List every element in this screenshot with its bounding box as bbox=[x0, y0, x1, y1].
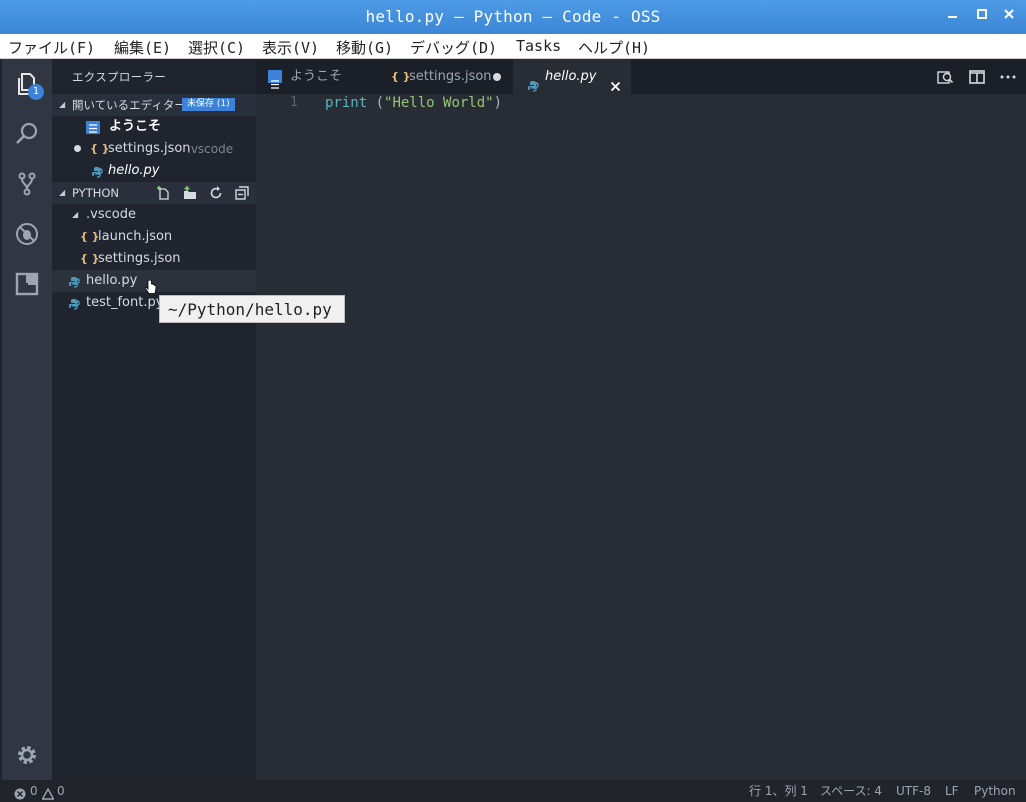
more-actions-button[interactable] bbox=[998, 67, 1018, 87]
expanded-arrow-icon: ◢ bbox=[59, 100, 66, 109]
open-editor-label: hello.py bbox=[108, 163, 160, 178]
editor-tabs: ようこそ { } settings.json hello.py bbox=[256, 59, 1026, 94]
json-file-icon: { } bbox=[80, 230, 100, 243]
tab-label: ようこそ bbox=[290, 69, 343, 84]
json-file-icon: { } bbox=[90, 142, 110, 155]
tab-label: hello.py bbox=[545, 69, 597, 84]
open-editor-label: settings.json bbox=[108, 141, 191, 156]
path-tooltip: ~/Python/hello.py bbox=[159, 295, 345, 323]
language-mode[interactable]: Python bbox=[974, 780, 1016, 802]
status-bar: 0 0 行 1、列 1 スペース: 4 UTF-8 LF Python bbox=[0, 780, 1026, 802]
window-title-bar: hello.py — Python — Code - OSS bbox=[0, 0, 1026, 34]
activity-explorer[interactable]: 1 bbox=[2, 59, 52, 109]
menu-bar: ファイル(F) 編集(E) 選択(C) 表示(V) 移動(G) デバッグ(D) … bbox=[0, 34, 1026, 59]
folder-item-label: .vscode bbox=[86, 207, 136, 222]
cursor-position[interactable]: 行 1、列 1 bbox=[749, 780, 808, 802]
unsaved-dot-icon[interactable] bbox=[493, 73, 501, 81]
maximize-button[interactable] bbox=[973, 8, 991, 26]
code-paren-open: ( bbox=[367, 95, 385, 111]
code-string: "Hello World" bbox=[384, 95, 494, 111]
menu-edit[interactable]: 編集(E) bbox=[114, 37, 171, 58]
file-item-label: hello.py bbox=[86, 273, 138, 288]
activity-source-control[interactable] bbox=[2, 159, 52, 209]
more-icon bbox=[1000, 75, 1016, 79]
window-title: hello.py — Python — Code - OSS bbox=[365, 7, 661, 26]
collapse-all-icon[interactable] bbox=[234, 185, 250, 201]
debug-icon bbox=[16, 223, 38, 245]
folder-header[interactable]: ◢ PYTHON bbox=[52, 182, 256, 204]
indentation[interactable]: スペース: 4 bbox=[820, 780, 882, 802]
search-icon bbox=[16, 122, 38, 144]
code-line[interactable]: print ("Hello World") bbox=[325, 95, 502, 111]
menu-view[interactable]: 表示(V) bbox=[262, 37, 319, 58]
file-item-settings-json[interactable]: { } settings.json bbox=[52, 248, 256, 270]
menu-help[interactable]: ヘルプ(H) bbox=[578, 37, 650, 58]
tab-hello-py[interactable]: hello.py bbox=[513, 59, 631, 94]
menu-debug[interactable]: デバッグ(D) bbox=[410, 37, 497, 58]
activity-extensions[interactable] bbox=[2, 259, 52, 309]
unsaved-dot-icon bbox=[74, 145, 81, 152]
tab-welcome[interactable]: ようこそ bbox=[256, 59, 376, 94]
activity-debug[interactable] bbox=[2, 209, 52, 259]
file-item-launch-json[interactable]: { } launch.json bbox=[52, 226, 256, 248]
open-editors-header[interactable]: ◢ 開いているエディター 未保存 (1) bbox=[52, 94, 256, 116]
code-paren-close: ) bbox=[493, 95, 503, 111]
open-editor-label: ようこそ bbox=[109, 119, 162, 134]
split-editor-icon bbox=[969, 70, 985, 84]
explorer-badge: 1 bbox=[28, 84, 44, 100]
activity-manage[interactable] bbox=[2, 730, 52, 780]
error-count[interactable]: 0 bbox=[30, 780, 38, 802]
split-editor-button[interactable] bbox=[967, 67, 987, 87]
open-editor-path-hint: .vscode bbox=[187, 142, 234, 156]
new-file-icon[interactable] bbox=[156, 185, 172, 201]
open-editors-label: 開いているエディター bbox=[72, 98, 186, 112]
explorer-sidebar: エクスプローラー ◢ 開いているエディター 未保存 (1) ようこそ { } s… bbox=[52, 59, 256, 780]
sidebar-title: エクスプローラー bbox=[72, 70, 167, 84]
end-of-line[interactable]: LF bbox=[945, 780, 959, 802]
open-changes-button[interactable] bbox=[935, 67, 955, 87]
code-editor[interactable]: 1 print ("Hello World") bbox=[256, 94, 1026, 780]
file-item-label: launch.json bbox=[98, 229, 173, 244]
activity-search[interactable] bbox=[2, 109, 52, 159]
welcome-icon bbox=[268, 70, 282, 89]
warning-icon[interactable] bbox=[41, 785, 55, 802]
welcome-icon bbox=[86, 121, 100, 134]
error-icon[interactable] bbox=[14, 785, 26, 802]
line-number: 1 bbox=[290, 95, 298, 110]
menu-file[interactable]: ファイル(F) bbox=[8, 37, 95, 58]
source-control-icon bbox=[18, 172, 36, 196]
open-editor-item[interactable]: ようこそ bbox=[52, 116, 256, 138]
encoding[interactable]: UTF-8 bbox=[896, 780, 931, 802]
minimize-button[interactable] bbox=[944, 8, 962, 26]
folder-toolbar bbox=[156, 185, 250, 201]
tab-label: settings.json bbox=[409, 69, 492, 84]
file-item-label: settings.json bbox=[98, 251, 181, 266]
open-editor-item[interactable]: { } settings.json .vscode bbox=[52, 138, 256, 160]
python-file-icon bbox=[68, 296, 80, 318]
file-item-label: test_font.py bbox=[86, 295, 164, 310]
json-file-icon: { } bbox=[391, 70, 411, 83]
warning-count[interactable]: 0 bbox=[57, 780, 65, 802]
activity-bar: 1 bbox=[2, 59, 52, 780]
json-file-icon: { } bbox=[80, 252, 100, 265]
gear-icon bbox=[18, 746, 36, 764]
file-item-hello-py[interactable]: hello.py bbox=[52, 270, 256, 294]
open-preview-icon bbox=[937, 71, 954, 84]
tab-settings-json[interactable]: { } settings.json bbox=[377, 59, 512, 94]
expanded-arrow-icon: ◢ bbox=[59, 188, 66, 197]
unsaved-badge: 未保存 (1) bbox=[182, 98, 235, 111]
close-window-button[interactable] bbox=[1000, 8, 1018, 26]
extensions-icon bbox=[15, 272, 39, 296]
expanded-arrow-icon: ◢ bbox=[72, 210, 79, 219]
code-keyword: print bbox=[325, 95, 368, 111]
menu-selection[interactable]: 選択(C) bbox=[188, 37, 245, 58]
folder-item-vscode[interactable]: ◢ .vscode bbox=[52, 204, 256, 226]
new-folder-icon[interactable] bbox=[182, 185, 198, 201]
menu-tasks[interactable]: Tasks bbox=[516, 37, 561, 55]
folder-label: PYTHON bbox=[72, 186, 120, 200]
menu-go[interactable]: 移動(G) bbox=[336, 37, 393, 58]
refresh-icon[interactable] bbox=[208, 185, 224, 201]
open-editor-item[interactable]: hello.py bbox=[52, 160, 256, 182]
